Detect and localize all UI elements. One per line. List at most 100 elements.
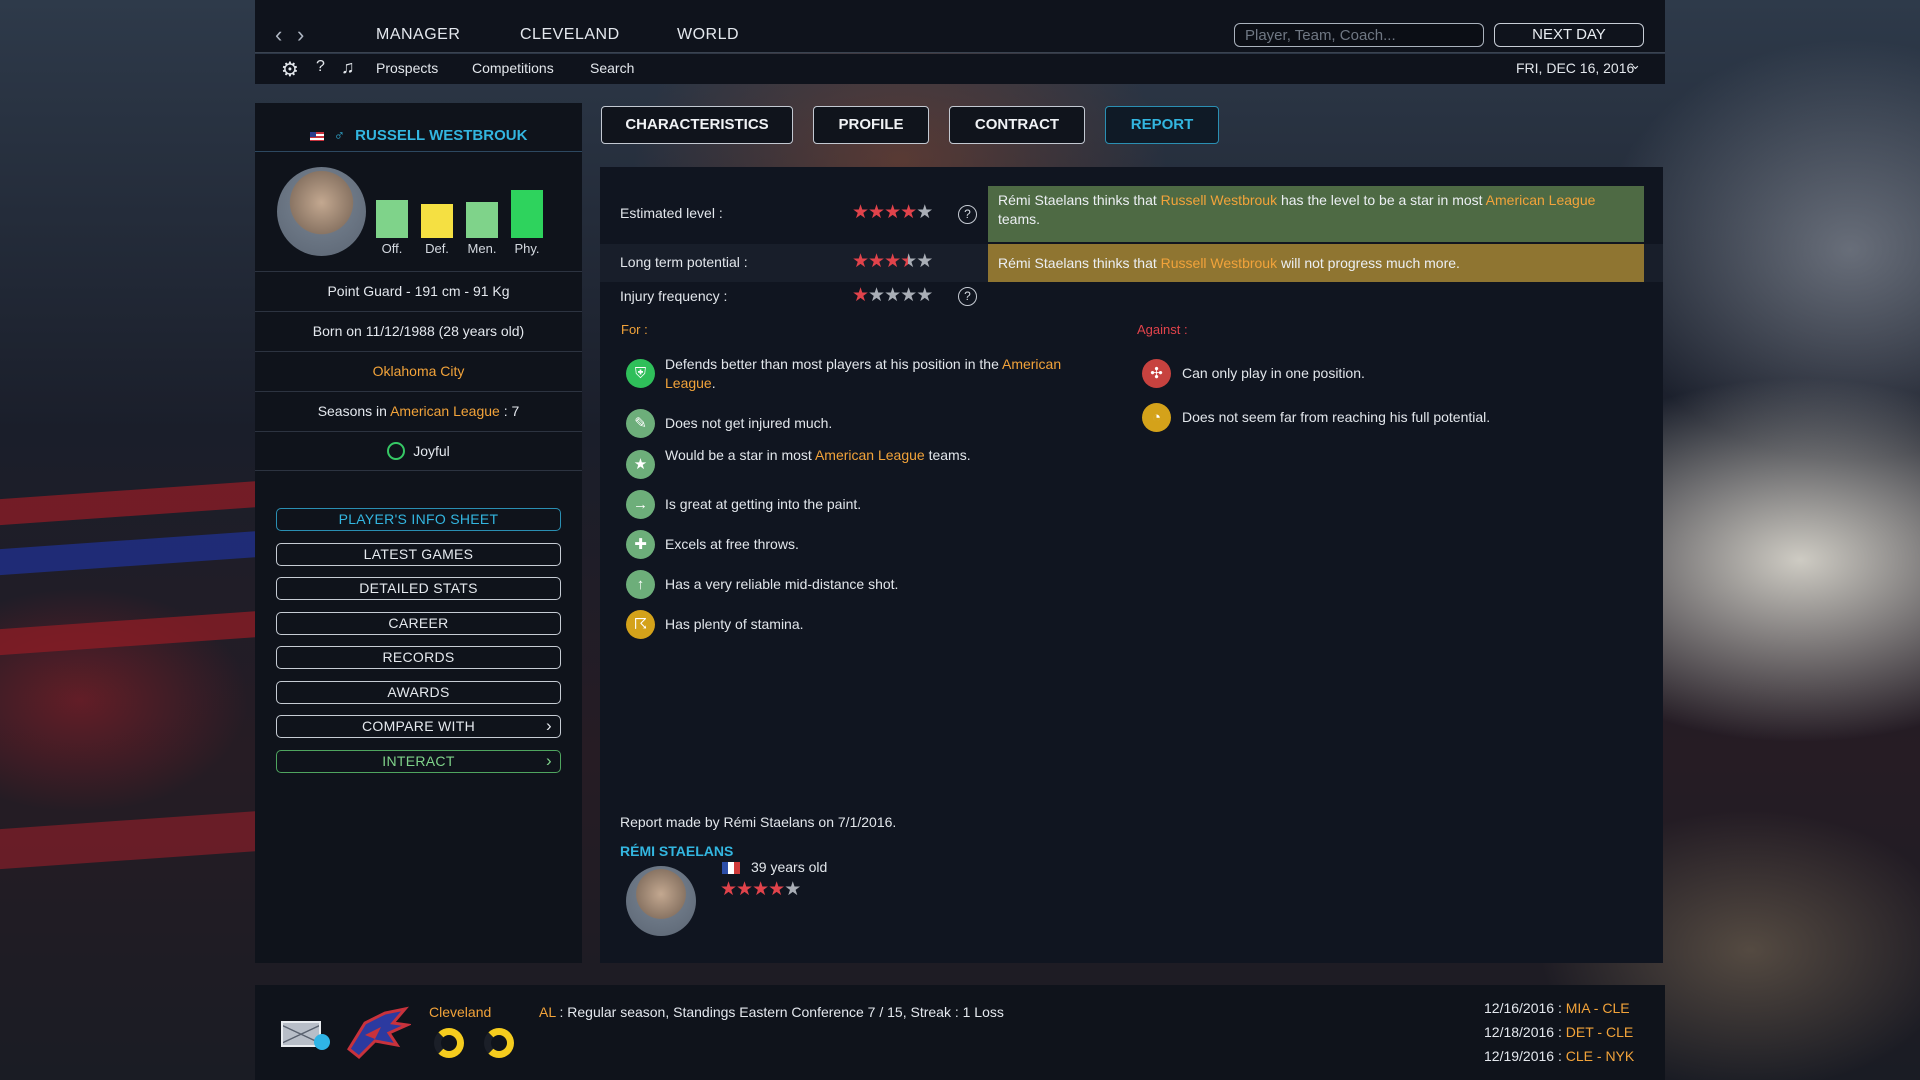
- pro-item: Has plenty of stamina.: [665, 615, 1105, 634]
- long-term-potential-stars: ★★★★★: [852, 251, 933, 272]
- sidebar-button-compare-with[interactable]: COMPARE WITH ›: [276, 715, 561, 738]
- scout-name: Rémi Staelans: [998, 192, 1090, 208]
- star-icon: ★: [736, 879, 753, 900]
- star-icon: ★: [916, 251, 933, 272]
- rating-bar: [421, 204, 453, 238]
- subnav-search[interactable]: Search: [590, 60, 634, 76]
- player-link[interactable]: Russell Westbrouk: [1161, 255, 1277, 271]
- report-panel: [600, 167, 1663, 963]
- star-icon: ★: [852, 202, 869, 223]
- sidebar-button-awards[interactable]: AWARDS: [276, 680, 561, 704]
- pro-item: Has a very reliable mid-distance shot.: [665, 575, 1105, 594]
- chevron-left-icon[interactable]: ‹: [275, 24, 282, 46]
- league-link[interactable]: American: [1002, 356, 1061, 372]
- chevron-right-icon[interactable]: ›: [297, 24, 304, 46]
- star-icon: ★: [868, 251, 885, 272]
- team-name[interactable]: Cleveland: [429, 1004, 491, 1020]
- player-name: RUSSELL WESTBROUK: [355, 127, 528, 144]
- chevron-right-icon: ›: [546, 716, 552, 735]
- game-away-team[interactable]: CLE: [1602, 1000, 1629, 1016]
- help-icon[interactable]: ?: [958, 287, 977, 306]
- help-icon[interactable]: ?: [958, 205, 977, 224]
- against-label: Against :: [1137, 322, 1188, 337]
- bottom-bar: [255, 985, 1665, 1080]
- player-avatar: [277, 167, 366, 256]
- shield-icon: ⛨: [626, 359, 655, 388]
- tab-characteristics[interactable]: CHARACTERISTICS: [601, 106, 793, 144]
- game-home-team[interactable]: DET: [1566, 1024, 1594, 1040]
- star-icon: ★: [900, 285, 917, 306]
- shot-icon: ↑: [626, 570, 655, 599]
- upcoming-game[interactable]: 12/16/2016 : MIA - CLE: [1484, 1000, 1630, 1016]
- game-separator: -: [1593, 1024, 1606, 1040]
- subnav-competitions[interactable]: Competitions: [472, 60, 554, 76]
- gear-icon[interactable]: ⚙: [281, 57, 299, 82]
- upcoming-game[interactable]: 12/19/2016 : CLE - NYK: [1484, 1048, 1634, 1064]
- mood-info: Joyful: [255, 431, 582, 471]
- con-item: Does not seem far from reaching his full…: [1182, 409, 1491, 425]
- game-home-team[interactable]: CLE: [1566, 1048, 1593, 1064]
- rating-label: Def.: [425, 241, 449, 256]
- team-logo-icon[interactable]: [345, 1005, 413, 1061]
- nav-cleveland[interactable]: CLEVELAND: [520, 26, 620, 44]
- star-icon: ★: [900, 251, 917, 272]
- league-status: AL : Regular season, Standings Eastern C…: [539, 1004, 1004, 1020]
- game-home-team[interactable]: MIA: [1566, 1000, 1590, 1016]
- star-icon: ★: [868, 285, 885, 306]
- nav-manager[interactable]: MANAGER: [376, 26, 460, 44]
- con-item: Can only play in one position.: [1182, 365, 1365, 381]
- rating-bar: [511, 190, 543, 238]
- player-name-header[interactable]: ♂ RUSSELL WESTBROUK: [255, 120, 582, 152]
- sidebar-button-records[interactable]: RECORDS: [276, 646, 561, 669]
- league-link[interactable]: American League: [1486, 192, 1596, 208]
- sidebar-button-latest-games[interactable]: LATEST GAMES: [276, 542, 561, 566]
- league-link[interactable]: League: [665, 375, 712, 391]
- player-link[interactable]: Russell Westbrouk: [1161, 192, 1277, 208]
- game-away-team[interactable]: CLE: [1606, 1024, 1633, 1040]
- chevron-right-icon: ›: [546, 750, 552, 770]
- gauge-icon: ◔: [1142, 403, 1171, 432]
- arrow-icon: →: [626, 490, 655, 519]
- sidebar-button-player-s-info-sheet[interactable]: PLAYER'S INFO SHEET: [276, 508, 561, 531]
- upcoming-game[interactable]: 12/18/2016 : DET - CLE: [1484, 1024, 1633, 1040]
- subnav-prospects[interactable]: Prospects: [376, 60, 438, 76]
- star-icon: ★: [916, 285, 933, 306]
- tab-report[interactable]: REPORT: [1105, 106, 1219, 144]
- nav-world[interactable]: WORLD: [677, 26, 739, 44]
- us-flag-icon: [309, 131, 324, 141]
- current-date[interactable]: FRI, DEC 16, 2016: [1516, 60, 1634, 76]
- potential-note: Rémi Staelans thinks that Russell Westbr…: [988, 244, 1644, 282]
- league-link[interactable]: American League: [815, 447, 925, 463]
- pro-item: Does not get injured much.: [665, 414, 1105, 433]
- note-text: thinks that: [1089, 255, 1161, 271]
- game-date: 12/19/2016 :: [1484, 1048, 1566, 1064]
- star-icon: ★: [852, 285, 869, 306]
- search-input[interactable]: Player, Team, Coach...: [1234, 23, 1484, 47]
- star-icon: ★: [884, 251, 901, 272]
- sidebar-button-career[interactable]: CAREER: [276, 611, 561, 635]
- sidebar-button-detailed-stats[interactable]: DETAILED STATS: [276, 577, 561, 600]
- star-icon: ★: [784, 879, 801, 900]
- music-icon[interactable]: ♫: [341, 57, 355, 78]
- game-away-team[interactable]: NYK: [1605, 1048, 1634, 1064]
- next-day-button[interactable]: NEXT DAY: [1494, 23, 1644, 47]
- scout-name-link[interactable]: RÉMI STAELANS: [620, 843, 733, 859]
- star-icon: ★: [626, 450, 655, 479]
- scout-stars: ★★★★★: [720, 879, 801, 900]
- scout-name: Rémi Staelans: [998, 255, 1090, 271]
- pro-item: Would be a star in most American League …: [665, 446, 1105, 465]
- report-made-by: Report made by Rémi Staelans on 7/1/2016…: [620, 814, 897, 830]
- league-abbr[interactable]: AL: [539, 1004, 556, 1020]
- position-info: Point Guard - 191 cm - 91 Kg: [255, 271, 582, 311]
- city-link[interactable]: Oklahoma City: [255, 351, 582, 391]
- league-link[interactable]: American League: [390, 403, 500, 419]
- seasons-info: Seasons in American League : 7: [255, 391, 582, 431]
- note-text: teams.: [998, 211, 1041, 227]
- tab-profile[interactable]: PROFILE: [813, 106, 929, 144]
- tab-contract[interactable]: CONTRACT: [949, 106, 1085, 144]
- ring-icon: [434, 1028, 464, 1058]
- chevron-down-icon[interactable]: ⌄: [1630, 57, 1641, 73]
- help-icon[interactable]: ?: [316, 58, 325, 76]
- star-icon: ★: [916, 202, 933, 223]
- sidebar-button-interact[interactable]: INTERACT ›: [276, 749, 561, 773]
